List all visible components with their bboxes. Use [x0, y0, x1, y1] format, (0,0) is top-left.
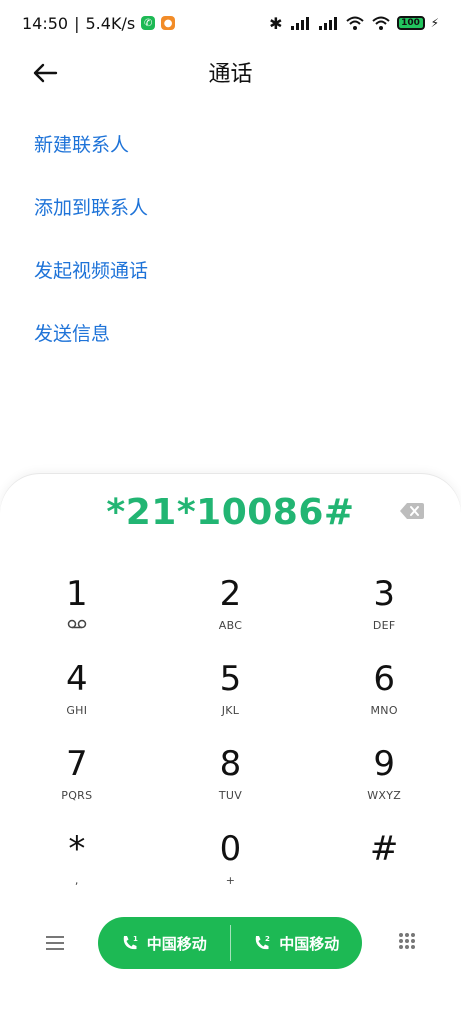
key-8[interactable]: 8 TUV — [154, 744, 308, 829]
keypad: 1 2 ABC 3 DEF 4 GHI 5 JKL 6 MNO 7 PQRS 8… — [0, 574, 461, 914]
key-6[interactable]: 6 MNO — [307, 659, 461, 744]
status-bar: 14:50 | 5.4K/s ✆ ● ✱ 100 ⚡ — [0, 0, 461, 46]
charging-icon: ⚡ — [430, 16, 439, 30]
key-letters: + — [225, 874, 236, 887]
action-new-contact[interactable]: 新建联系人 — [34, 112, 148, 175]
key-letters: PQRS — [61, 789, 93, 802]
key-9[interactable]: 9 WXYZ — [307, 744, 461, 829]
menu-icon[interactable] — [44, 932, 66, 954]
key-letters: GHI — [66, 704, 88, 717]
dialpad-grid-icon[interactable] — [397, 932, 417, 952]
backspace-icon — [400, 503, 424, 519]
key-star[interactable]: * , — [0, 829, 154, 914]
key-5[interactable]: 5 JKL — [154, 659, 308, 744]
key-letters: , — [74, 874, 79, 887]
key-digit: 8 — [219, 744, 242, 784]
voicemail-icon — [67, 619, 87, 633]
signal-icon — [290, 17, 309, 30]
app-notification-icon: ● — [161, 16, 176, 30]
status-time: 14:50 — [22, 13, 69, 33]
status-left: 14:50 | 5.4K/s ✆ ● — [22, 13, 176, 33]
dialed-number: *21*10086# — [106, 492, 355, 533]
sim2-phone-icon: 2 — [255, 935, 270, 950]
key-letters: WXYZ — [367, 789, 402, 802]
call-buttons: 1 中国移动 2 中国移动 — [98, 917, 362, 969]
key-digit: 6 — [373, 659, 395, 699]
key-digit: 3 — [373, 574, 395, 614]
backspace-button[interactable] — [399, 500, 425, 522]
key-letters: TUV — [218, 789, 243, 802]
wifi-icon — [345, 16, 364, 30]
svg-text:1: 1 — [133, 935, 138, 943]
page-title: 通话 — [208, 62, 253, 87]
battery-icon: 100 — [396, 16, 425, 30]
call-sim2-button[interactable]: 2 中国移动 — [231, 917, 363, 969]
bluetooth-icon: ✱ — [269, 13, 283, 33]
key-digit: * — [68, 829, 86, 869]
status-speed: 5.4K/s — [85, 13, 136, 33]
sim2-label: 中国移动 — [279, 934, 340, 953]
sim1-phone-icon: 1 — [123, 935, 138, 950]
battery-level: 100 — [401, 18, 420, 28]
dialpad: *21*10086# 1 2 ABC 3 DEF 4 GHI 5 JKL 6 M… — [0, 474, 461, 1024]
key-letters: DEF — [372, 619, 396, 632]
key-digit: 5 — [219, 659, 242, 699]
action-send-message[interactable]: 发送信息 — [34, 301, 148, 364]
key-letters: MNO — [370, 704, 398, 717]
key-hash[interactable]: # — [307, 829, 461, 914]
sim1-label: 中国移动 — [146, 934, 207, 953]
call-sim1-button[interactable]: 1 中国移动 — [98, 917, 230, 969]
key-0[interactable]: 0 + — [154, 829, 308, 914]
key-digit: 9 — [373, 744, 395, 784]
back-arrow-icon — [33, 63, 58, 83]
actions-list: 新建联系人 添加到联系人 发起视频通话 发送信息 — [34, 112, 148, 364]
key-digit: 1 — [66, 574, 88, 614]
back-button[interactable] — [28, 56, 62, 90]
key-letters: ABC — [218, 619, 243, 632]
key-digit: 4 — [66, 659, 88, 699]
key-4[interactable]: 4 GHI — [0, 659, 154, 744]
key-3[interactable]: 3 DEF — [307, 574, 461, 659]
action-video-call[interactable]: 发起视频通话 — [34, 238, 148, 301]
status-separator: | — [74, 13, 80, 33]
key-7[interactable]: 7 PQRS — [0, 744, 154, 829]
signal-icon-2 — [318, 17, 337, 30]
svg-text:2: 2 — [265, 935, 270, 943]
header: 通话 — [0, 46, 461, 98]
status-right: ✱ 100 ⚡ — [269, 14, 439, 33]
key-digit: 2 — [219, 574, 242, 614]
key-2[interactable]: 2 ABC — [154, 574, 308, 659]
key-digit: 0 — [219, 829, 242, 869]
key-letters: JKL — [221, 704, 240, 717]
dialer-bottom-bar: 1 中国移动 2 中国移动 — [0, 917, 461, 971]
action-add-to-contact[interactable]: 添加到联系人 — [34, 175, 148, 238]
key-digit: # — [369, 829, 399, 869]
hotspot-icon — [371, 16, 390, 30]
call-notification-icon: ✆ — [141, 16, 156, 30]
key-digit: 7 — [66, 744, 88, 784]
key-1[interactable]: 1 — [0, 574, 154, 659]
